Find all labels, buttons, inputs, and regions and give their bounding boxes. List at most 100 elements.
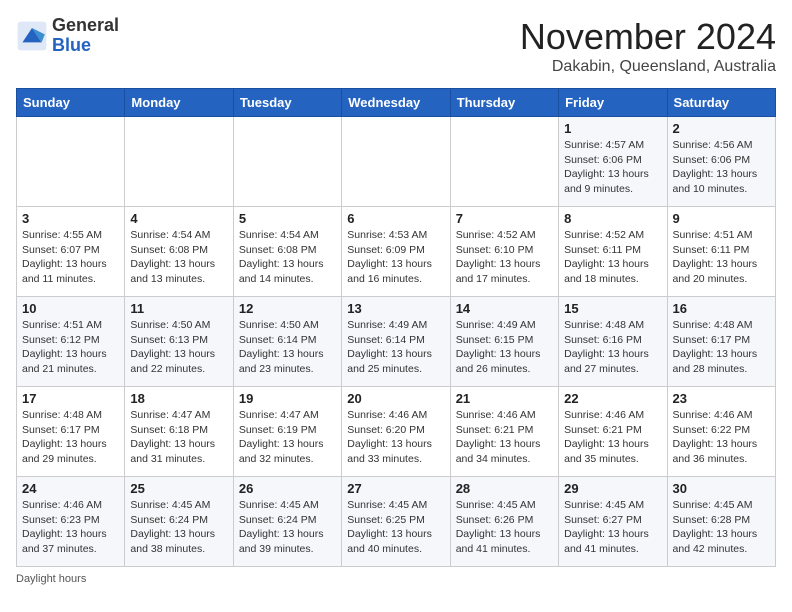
day-info: Sunrise: 4:49 AM Sunset: 6:14 PM Dayligh…	[347, 318, 444, 377]
day-number: 18	[130, 391, 227, 406]
calendar-cell: 19 Sunrise: 4:47 AM Sunset: 6:19 PM Dayli…	[233, 387, 341, 477]
header-day-monday: Monday	[125, 89, 233, 117]
day-info: Sunrise: 4:54 AM Sunset: 6:08 PM Dayligh…	[239, 228, 336, 287]
day-number: 24	[22, 481, 119, 496]
header: General Blue November 2024 Dakabin, Quee…	[16, 16, 776, 76]
day-number: 26	[239, 481, 336, 496]
day-info: Sunrise: 4:46 AM Sunset: 6:22 PM Dayligh…	[673, 408, 770, 467]
header-day-saturday: Saturday	[667, 89, 775, 117]
day-info: Sunrise: 4:50 AM Sunset: 6:14 PM Dayligh…	[239, 318, 336, 377]
day-number: 15	[564, 301, 661, 316]
calendar-cell: 16 Sunrise: 4:48 AM Sunset: 6:17 PM Dayli…	[667, 297, 775, 387]
day-number: 5	[239, 211, 336, 226]
calendar-cell: 5 Sunrise: 4:54 AM Sunset: 6:08 PM Daylig…	[233, 207, 341, 297]
week-row-1: 1 Sunrise: 4:57 AM Sunset: 6:06 PM Daylig…	[17, 117, 776, 207]
footer-note: Daylight hours	[16, 573, 776, 585]
day-number: 6	[347, 211, 444, 226]
day-number: 2	[673, 121, 770, 136]
day-info: Sunrise: 4:45 AM Sunset: 6:24 PM Dayligh…	[239, 498, 336, 557]
header-day-friday: Friday	[559, 89, 667, 117]
day-info: Sunrise: 4:48 AM Sunset: 6:17 PM Dayligh…	[22, 408, 119, 467]
calendar-cell: 17 Sunrise: 4:48 AM Sunset: 6:17 PM Dayli…	[17, 387, 125, 477]
daylight-label: Daylight hours	[16, 573, 86, 585]
calendar-cell: 28 Sunrise: 4:45 AM Sunset: 6:26 PM Dayli…	[450, 477, 558, 567]
day-number: 8	[564, 211, 661, 226]
day-info: Sunrise: 4:57 AM Sunset: 6:06 PM Dayligh…	[564, 138, 661, 197]
calendar-cell: 29Sunrise: 4:45 AM Sunset: 6:27 PM Dayli…	[559, 477, 667, 567]
day-number: 20	[347, 391, 444, 406]
calendar-cell: 20Sunrise: 4:46 AM Sunset: 6:20 PM Dayli…	[342, 387, 450, 477]
day-number: 28	[456, 481, 553, 496]
logo-blue: Blue	[52, 36, 119, 56]
day-info: Sunrise: 4:46 AM Sunset: 6:21 PM Dayligh…	[456, 408, 553, 467]
calendar-cell: 6 Sunrise: 4:53 AM Sunset: 6:09 PM Daylig…	[342, 207, 450, 297]
day-info: Sunrise: 4:47 AM Sunset: 6:18 PM Dayligh…	[130, 408, 227, 467]
day-info: Sunrise: 4:45 AM Sunset: 6:25 PM Dayligh…	[347, 498, 444, 557]
day-number: 19	[239, 391, 336, 406]
calendar-cell: 22Sunrise: 4:46 AM Sunset: 6:21 PM Dayli…	[559, 387, 667, 477]
day-number: 17	[22, 391, 119, 406]
calendar-table: SundayMondayTuesdayWednesdayThursdayFrid…	[16, 88, 776, 567]
calendar-cell	[342, 117, 450, 207]
day-number: 30	[673, 481, 770, 496]
day-info: Sunrise: 4:45 AM Sunset: 6:28 PM Dayligh…	[673, 498, 770, 557]
calendar-cell: 7Sunrise: 4:52 AM Sunset: 6:10 PM Daylig…	[450, 207, 558, 297]
calendar-cell: 10Sunrise: 4:51 AM Sunset: 6:12 PM Dayli…	[17, 297, 125, 387]
day-info: Sunrise: 4:54 AM Sunset: 6:08 PM Dayligh…	[130, 228, 227, 287]
calendar-cell: 13 Sunrise: 4:49 AM Sunset: 6:14 PM Dayli…	[342, 297, 450, 387]
day-info: Sunrise: 4:48 AM Sunset: 6:16 PM Dayligh…	[564, 318, 661, 377]
day-info: Sunrise: 4:55 AM Sunset: 6:07 PM Dayligh…	[22, 228, 119, 287]
calendar-cell: 9Sunrise: 4:51 AM Sunset: 6:11 PM Daylig…	[667, 207, 775, 297]
day-info: Sunrise: 4:50 AM Sunset: 6:13 PM Dayligh…	[130, 318, 227, 377]
calendar-cell: 27 Sunrise: 4:45 AM Sunset: 6:25 PM Dayli…	[342, 477, 450, 567]
month-title: November 2024	[520, 16, 776, 58]
calendar-cell	[125, 117, 233, 207]
week-row-4: 17 Sunrise: 4:48 AM Sunset: 6:17 PM Dayli…	[17, 387, 776, 477]
day-info: Sunrise: 4:45 AM Sunset: 6:26 PM Dayligh…	[456, 498, 553, 557]
day-number: 22	[564, 391, 661, 406]
calendar-cell: 12 Sunrise: 4:50 AM Sunset: 6:14 PM Dayli…	[233, 297, 341, 387]
day-number: 4	[130, 211, 227, 226]
calendar-cell: 1 Sunrise: 4:57 AM Sunset: 6:06 PM Daylig…	[559, 117, 667, 207]
day-number: 29	[564, 481, 661, 496]
calendar-cell: 23Sunrise: 4:46 AM Sunset: 6:22 PM Dayli…	[667, 387, 775, 477]
day-info: Sunrise: 4:56 AM Sunset: 6:06 PM Dayligh…	[673, 138, 770, 197]
logo: General Blue	[16, 16, 119, 56]
calendar-cell	[450, 117, 558, 207]
calendar-cell: 25 Sunrise: 4:45 AM Sunset: 6:24 PM Dayli…	[125, 477, 233, 567]
day-info: Sunrise: 4:52 AM Sunset: 6:11 PM Dayligh…	[564, 228, 661, 287]
logo-general: General	[52, 16, 119, 36]
day-number: 16	[673, 301, 770, 316]
day-number: 13	[347, 301, 444, 316]
calendar-cell: 14Sunrise: 4:49 AM Sunset: 6:15 PM Dayli…	[450, 297, 558, 387]
week-row-2: 3 Sunrise: 4:55 AM Sunset: 6:07 PM Daylig…	[17, 207, 776, 297]
day-number: 21	[456, 391, 553, 406]
day-number: 1	[564, 121, 661, 136]
calendar-cell: 21 Sunrise: 4:46 AM Sunset: 6:21 PM Dayli…	[450, 387, 558, 477]
day-number: 12	[239, 301, 336, 316]
day-number: 3	[22, 211, 119, 226]
header-day-sunday: Sunday	[17, 89, 125, 117]
day-info: Sunrise: 4:51 AM Sunset: 6:12 PM Dayligh…	[22, 318, 119, 377]
day-info: Sunrise: 4:47 AM Sunset: 6:19 PM Dayligh…	[239, 408, 336, 467]
day-info: Sunrise: 4:52 AM Sunset: 6:10 PM Dayligh…	[456, 228, 553, 287]
calendar-cell: 24 Sunrise: 4:46 AM Sunset: 6:23 PM Dayli…	[17, 477, 125, 567]
calendar-cell: 15 Sunrise: 4:48 AM Sunset: 6:16 PM Dayli…	[559, 297, 667, 387]
day-info: Sunrise: 4:53 AM Sunset: 6:09 PM Dayligh…	[347, 228, 444, 287]
day-number: 27	[347, 481, 444, 496]
calendar-cell: 8 Sunrise: 4:52 AM Sunset: 6:11 PM Daylig…	[559, 207, 667, 297]
header-day-thursday: Thursday	[450, 89, 558, 117]
title-area: November 2024 Dakabin, Queensland, Austr…	[520, 16, 776, 76]
calendar-cell: 11Sunrise: 4:50 AM Sunset: 6:13 PM Dayli…	[125, 297, 233, 387]
day-info: Sunrise: 4:45 AM Sunset: 6:24 PM Dayligh…	[130, 498, 227, 557]
day-info: Sunrise: 4:46 AM Sunset: 6:23 PM Dayligh…	[22, 498, 119, 557]
calendar-cell: 30 Sunrise: 4:45 AM Sunset: 6:28 PM Dayli…	[667, 477, 775, 567]
day-info: Sunrise: 4:49 AM Sunset: 6:15 PM Dayligh…	[456, 318, 553, 377]
day-number: 25	[130, 481, 227, 496]
calendar-cell: 3 Sunrise: 4:55 AM Sunset: 6:07 PM Daylig…	[17, 207, 125, 297]
day-info: Sunrise: 4:51 AM Sunset: 6:11 PM Dayligh…	[673, 228, 770, 287]
calendar-cell	[17, 117, 125, 207]
header-day-tuesday: Tuesday	[233, 89, 341, 117]
day-info: Sunrise: 4:48 AM Sunset: 6:17 PM Dayligh…	[673, 318, 770, 377]
calendar-cell: 4 Sunrise: 4:54 AM Sunset: 6:08 PM Daylig…	[125, 207, 233, 297]
